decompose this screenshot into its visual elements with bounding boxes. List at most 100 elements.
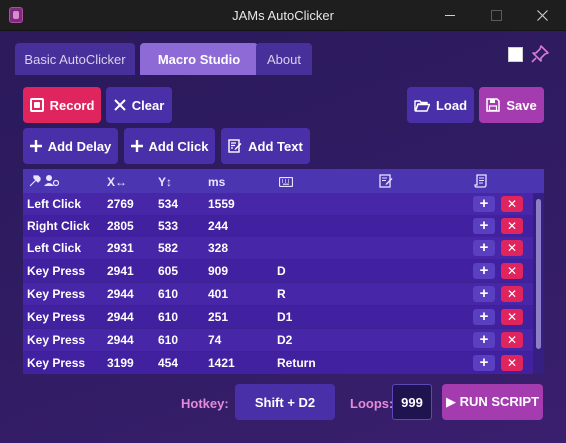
table-row[interactable]: Key Press 3199 454 1421 Return + ✕ [23, 352, 533, 374]
add-text-button[interactable]: Add Text [221, 128, 310, 164]
cell-ms: 1421 [208, 356, 235, 370]
load-button[interactable]: Load [407, 87, 474, 123]
minimize-button[interactable] [427, 0, 473, 31]
table-body: Left Click 2769 534 1559 + ✕ Right Click… [23, 193, 533, 374]
loops-input[interactable]: 999 [392, 384, 432, 420]
table-row[interactable]: Left Click 2769 534 1559 + ✕ [23, 193, 533, 215]
hotkey-button[interactable]: Shift + D2 [235, 384, 335, 420]
cell-x: 2944 [107, 333, 134, 347]
cell-action: Key Press [27, 264, 86, 278]
add-click-button[interactable]: Add Click [124, 128, 215, 164]
cell-x: 2944 [107, 287, 134, 301]
table-row[interactable]: Key Press 2944 610 401 R + ✕ [23, 283, 533, 305]
pin-icon-svg [531, 45, 549, 63]
cell-y: 533 [158, 219, 179, 233]
load-label: Load [435, 97, 468, 113]
table-row[interactable]: Right Click 2805 533 244 + ✕ [23, 215, 533, 237]
row-delete-button[interactable]: ✕ [501, 240, 523, 256]
cell-y: 454 [158, 356, 179, 370]
row-delete-button[interactable]: ✕ [501, 263, 523, 279]
hotkey-label: Hotkey: [181, 396, 229, 411]
cell-ms: 1559 [208, 197, 235, 211]
keyboard-icon [278, 176, 294, 190]
cell-key: D2 [277, 333, 293, 347]
cell-x: 2941 [107, 264, 134, 278]
header-y: Y↕ [158, 175, 173, 189]
maximize-button[interactable] [473, 0, 519, 31]
clear-button[interactable]: Clear [106, 87, 172, 123]
cell-key: D [277, 264, 286, 278]
cell-x: 3199 [107, 356, 134, 370]
row-insert-button[interactable]: + [473, 218, 495, 234]
table-row[interactable]: Left Click 2931 582 328 + ✕ [23, 237, 533, 259]
row-insert-button[interactable]: + [473, 286, 495, 302]
cell-ms: 244 [208, 219, 229, 233]
edit-document-icon [228, 139, 242, 153]
tab-about[interactable]: About [256, 43, 312, 75]
row-insert-button[interactable]: + [473, 196, 495, 212]
cell-ms: 251 [208, 310, 229, 324]
row-delete-button[interactable]: ✕ [501, 196, 523, 212]
cell-action: Key Press [27, 356, 86, 370]
pin-icon[interactable] [530, 44, 550, 64]
cell-x: 2944 [107, 310, 134, 324]
row-delete-button[interactable]: ✕ [501, 286, 523, 302]
table-row[interactable]: Key Press 2941 605 909 D + ✕ [23, 260, 533, 282]
row-delete-button[interactable]: ✕ [501, 332, 523, 348]
add-click-label: Add Click [148, 138, 209, 154]
close-icon [114, 99, 126, 111]
cell-x: 2805 [107, 219, 134, 233]
cell-y: 610 [158, 287, 179, 301]
plus-icon [130, 140, 143, 152]
close-button[interactable] [519, 0, 565, 31]
cell-x: 2931 [107, 241, 134, 255]
script-icon [474, 174, 487, 191]
table-row[interactable]: Key Press 2944 610 251 D1 + ✕ [23, 306, 533, 328]
row-delete-button[interactable]: ✕ [501, 218, 523, 234]
cell-action: Right Click [27, 219, 90, 233]
row-delete-button[interactable]: ✕ [501, 355, 523, 371]
record-label: Record [49, 97, 95, 113]
floppy-disk-icon [486, 98, 501, 112]
save-label: Save [506, 97, 537, 113]
row-insert-button[interactable]: + [473, 263, 495, 279]
tab-basic-autoclicker[interactable]: Basic AutoClicker [15, 43, 135, 75]
cell-y: 610 [158, 333, 179, 347]
save-button[interactable]: Save [479, 87, 544, 123]
row-insert-button[interactable]: + [473, 240, 495, 256]
cell-action: Key Press [27, 310, 86, 324]
always-on-top-checkbox[interactable] [508, 47, 523, 62]
cell-action: Left Click [27, 197, 82, 211]
header-ms: ms [208, 175, 226, 189]
cell-ms: 909 [208, 264, 229, 278]
tab-macro-studio[interactable]: Macro Studio [140, 43, 258, 75]
row-insert-button[interactable]: + [473, 355, 495, 371]
cell-y: 582 [158, 241, 179, 255]
cell-ms: 74 [208, 333, 222, 347]
header-x: X↔ [107, 175, 128, 189]
close-icon [536, 10, 548, 21]
cell-action: Key Press [27, 333, 86, 347]
plus-icon [29, 140, 42, 152]
record-icon [29, 98, 44, 112]
add-delay-button[interactable]: Add Delay [23, 128, 118, 164]
table-header: X↔ Y↕ ms [23, 169, 544, 193]
cell-y: 534 [158, 197, 179, 211]
folder-open-icon [414, 99, 430, 112]
row-insert-button[interactable]: + [473, 332, 495, 348]
cell-x: 2769 [107, 197, 134, 211]
row-insert-button[interactable]: + [473, 309, 495, 325]
run-script-button[interactable]: ▶ RUN SCRIPT [442, 384, 543, 420]
table-row[interactable]: Key Press 2944 610 74 D2 + ✕ [23, 329, 533, 351]
table-scrollbar[interactable] [533, 193, 544, 374]
scrollbar-thumb[interactable] [536, 199, 541, 349]
tools-icon [29, 174, 60, 190]
cell-ms: 328 [208, 241, 229, 255]
add-delay-label: Add Delay [47, 138, 112, 154]
row-delete-button[interactable]: ✕ [501, 309, 523, 325]
title-bar: JAMs AutoClicker [0, 0, 566, 31]
record-button[interactable]: Record [23, 87, 101, 123]
macro-table: X↔ Y↕ ms Left Click 2769 534 1559 + ✕ Ri… [23, 169, 544, 374]
cell-ms: 401 [208, 287, 229, 301]
cell-y: 605 [158, 264, 179, 278]
